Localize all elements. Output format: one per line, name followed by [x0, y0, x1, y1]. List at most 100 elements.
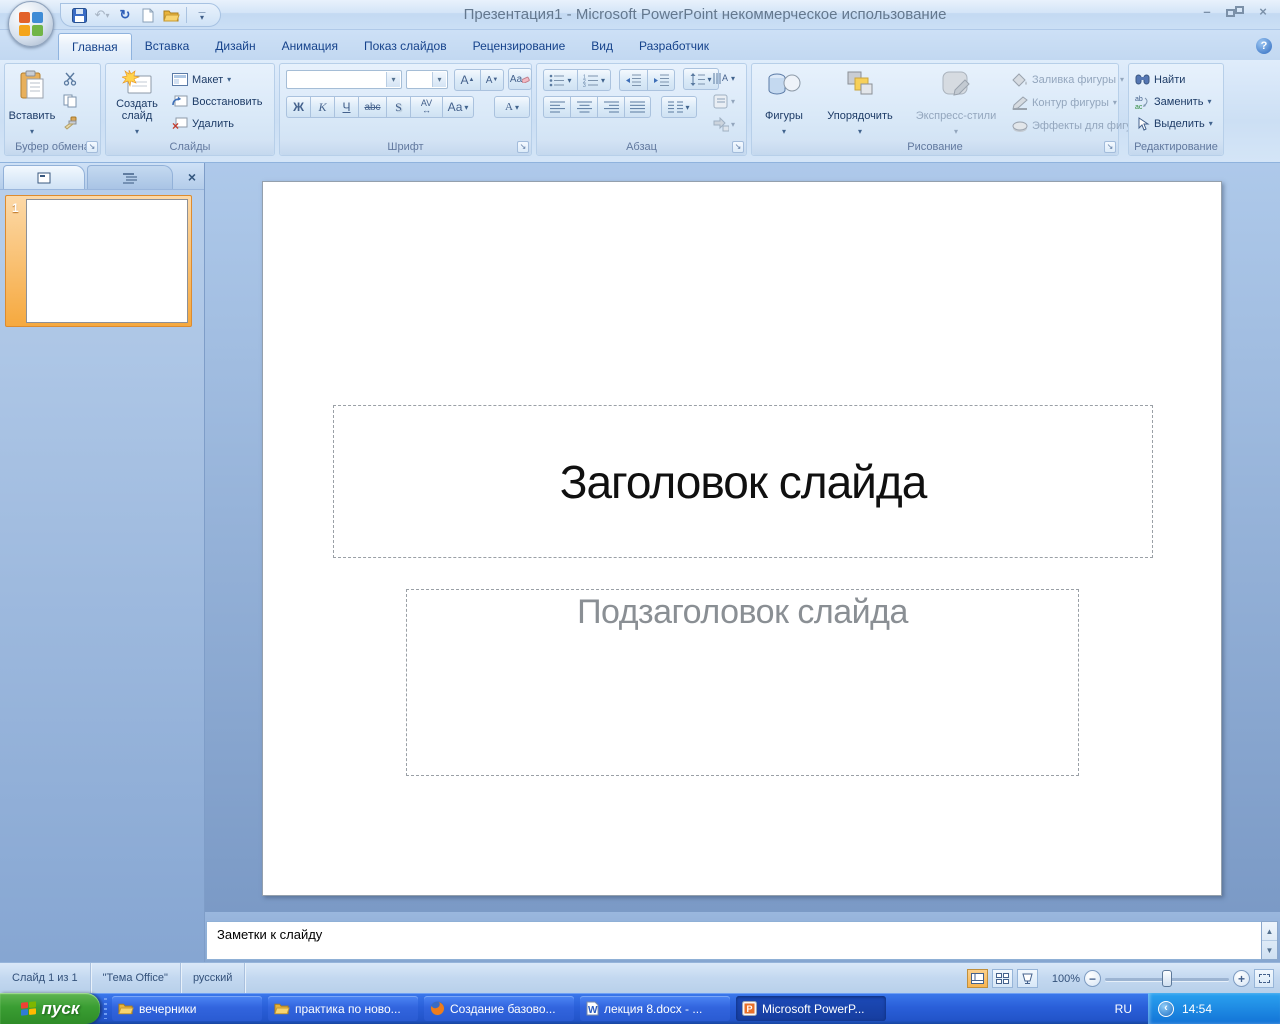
find-button[interactable]: Найти: [1135, 69, 1185, 90]
quick-styles-button[interactable]: Экспресс-стили ▾: [906, 66, 1006, 138]
close-pane-button[interactable]: ×: [188, 169, 196, 185]
taskbar-item-word-doc[interactable]: W лекция 8.docx - ...: [580, 996, 730, 1021]
fit-slide-to-window-button[interactable]: [1254, 969, 1274, 988]
new-document-button[interactable]: [138, 5, 158, 25]
text-direction-button[interactable]: A ▾: [713, 68, 735, 89]
select-button[interactable]: Выделить▾: [1135, 113, 1213, 134]
font-size-combobox[interactable]: ▾: [406, 70, 448, 89]
italic-button[interactable]: К: [310, 96, 334, 118]
notes-pane[interactable]: Заметки к слайду: [206, 921, 1262, 960]
decrease-indent-button[interactable]: [619, 69, 647, 91]
shapes-button[interactable]: Фигуры ▾: [756, 66, 812, 138]
increase-indent-button[interactable]: [647, 69, 675, 91]
font-color-button[interactable]: А▾: [494, 96, 530, 118]
reset-slide-button[interactable]: Восстановить: [172, 91, 262, 112]
delete-slide-button[interactable]: × Удалить: [172, 113, 234, 134]
underline-button[interactable]: Ч: [334, 96, 358, 118]
scroll-up-icon[interactable]: ▲: [1262, 922, 1277, 941]
zoom-out-button[interactable]: −: [1084, 970, 1101, 987]
font-name-combobox[interactable]: ▾: [286, 70, 402, 89]
tab-slideshow[interactable]: Показ слайдов: [351, 33, 460, 60]
windows-flag-icon: [21, 1001, 36, 1016]
customize-qat-button[interactable]: —▾: [192, 5, 212, 25]
numbering-button[interactable]: 123 ▾: [577, 69, 611, 91]
tab-developer[interactable]: Разработчик: [626, 33, 722, 60]
taskbar-item-browser[interactable]: Создание базово...: [424, 996, 574, 1021]
align-right-button[interactable]: [597, 96, 624, 118]
zoom-slider[interactable]: [1105, 970, 1229, 987]
shrink-font-button[interactable]: А▼: [480, 69, 504, 91]
tab-view[interactable]: Вид: [578, 33, 626, 60]
zoom-slider-thumb[interactable]: [1162, 970, 1172, 987]
view-normal-button[interactable]: [967, 969, 988, 988]
cut-button[interactable]: [63, 68, 77, 89]
language-indicator[interactable]: RU: [1115, 993, 1132, 1024]
grow-font-button[interactable]: А▲: [454, 69, 480, 91]
clear-formatting-button[interactable]: Аа: [508, 68, 532, 90]
font-name-dropdown-icon[interactable]: ▾: [386, 72, 400, 87]
columns-button[interactable]: ▾: [661, 96, 697, 118]
copy-button[interactable]: [63, 90, 77, 111]
start-button[interactable]: пуск: [0, 993, 100, 1024]
redo-button[interactable]: ↻: [115, 5, 135, 25]
tab-animation[interactable]: Анимация: [269, 33, 351, 60]
text-shadow-button[interactable]: S: [386, 96, 410, 118]
arrange-button[interactable]: Упорядочить ▾: [816, 66, 904, 138]
change-case-button[interactable]: Аа▾: [442, 96, 474, 118]
replace-button[interactable]: abac Заменить▾: [1135, 91, 1211, 112]
clipboard-dialog-launcher[interactable]: ↘: [86, 141, 98, 153]
justify-button[interactable]: [624, 96, 651, 118]
view-slide-sorter-button[interactable]: [992, 969, 1013, 988]
shape-effects-button[interactable]: Эффекты для фигур▾: [1012, 115, 1146, 136]
paste-button[interactable]: Вставить ▾: [8, 66, 56, 138]
strikethrough-button[interactable]: abc: [358, 96, 386, 118]
taskbar-item-folder-1[interactable]: вечерники: [112, 996, 262, 1021]
font-dialog-launcher[interactable]: ↘: [517, 141, 529, 153]
slide-canvas[interactable]: Заголовок слайда Подзаголовок слайда: [262, 181, 1222, 896]
font-size-dropdown-icon[interactable]: ▾: [432, 72, 446, 87]
office-button[interactable]: [8, 1, 54, 47]
layout-button[interactable]: Макет▾: [172, 69, 231, 90]
zoom-in-button[interactable]: +: [1233, 970, 1250, 987]
tab-outline[interactable]: [87, 165, 173, 189]
zoom-level[interactable]: 100%: [1052, 973, 1080, 985]
shape-outline-button[interactable]: Контур фигуры▾: [1012, 92, 1117, 113]
align-center-button[interactable]: [570, 96, 597, 118]
reset-slide-icon: [172, 95, 188, 108]
clock[interactable]: 14:54: [1182, 1002, 1212, 1016]
slide-thumbnail-1[interactable]: 1: [5, 195, 192, 327]
help-button[interactable]: ?: [1256, 38, 1272, 54]
bullets-button[interactable]: ▾: [543, 69, 577, 91]
minimize-button[interactable]: –: [1198, 4, 1216, 19]
undo-button[interactable]: ↶▾: [92, 5, 112, 25]
notes-scrollbar[interactable]: ▲ ▼: [1261, 921, 1278, 960]
taskbar-item-powerpoint[interactable]: P Microsoft PowerP...: [736, 996, 886, 1021]
character-spacing-button[interactable]: AV↔: [410, 96, 442, 118]
tab-review[interactable]: Рецензирование: [460, 33, 579, 60]
scroll-down-icon[interactable]: ▼: [1262, 941, 1277, 960]
shape-fill-button[interactable]: Заливка фигуры▾: [1012, 69, 1124, 90]
format-painter-button[interactable]: [63, 112, 77, 133]
open-button[interactable]: [161, 5, 181, 25]
status-language[interactable]: русский: [181, 963, 245, 994]
tab-design[interactable]: Дизайн: [202, 33, 268, 60]
convert-smartart-button[interactable]: ▾: [713, 114, 735, 135]
view-slideshow-button[interactable]: [1017, 969, 1038, 988]
restore-button[interactable]: [1226, 6, 1244, 17]
taskbar-item-folder-2[interactable]: практика по ново...: [268, 996, 418, 1021]
paragraph-dialog-launcher[interactable]: ↘: [732, 141, 744, 153]
subtitle-placeholder[interactable]: Подзаголовок слайда: [406, 589, 1079, 776]
tab-insert[interactable]: Вставка: [132, 33, 203, 60]
tray-collapse-button[interactable]: ‹: [1158, 1001, 1174, 1017]
bold-button[interactable]: Ж: [286, 96, 310, 118]
align-left-button[interactable]: [543, 96, 570, 118]
tab-slides-thumbnails[interactable]: [3, 165, 85, 189]
title-placeholder[interactable]: Заголовок слайда: [333, 405, 1153, 558]
align-text-button[interactable]: ▾: [713, 91, 735, 112]
svg-text:W: W: [588, 1005, 598, 1016]
drawing-dialog-launcher[interactable]: ↘: [1104, 141, 1116, 153]
close-button[interactable]: ×: [1254, 4, 1272, 19]
tab-home[interactable]: Главная: [58, 33, 132, 60]
save-button[interactable]: [69, 5, 89, 25]
new-slide-button[interactable]: Создать слайд ▾: [109, 66, 165, 138]
